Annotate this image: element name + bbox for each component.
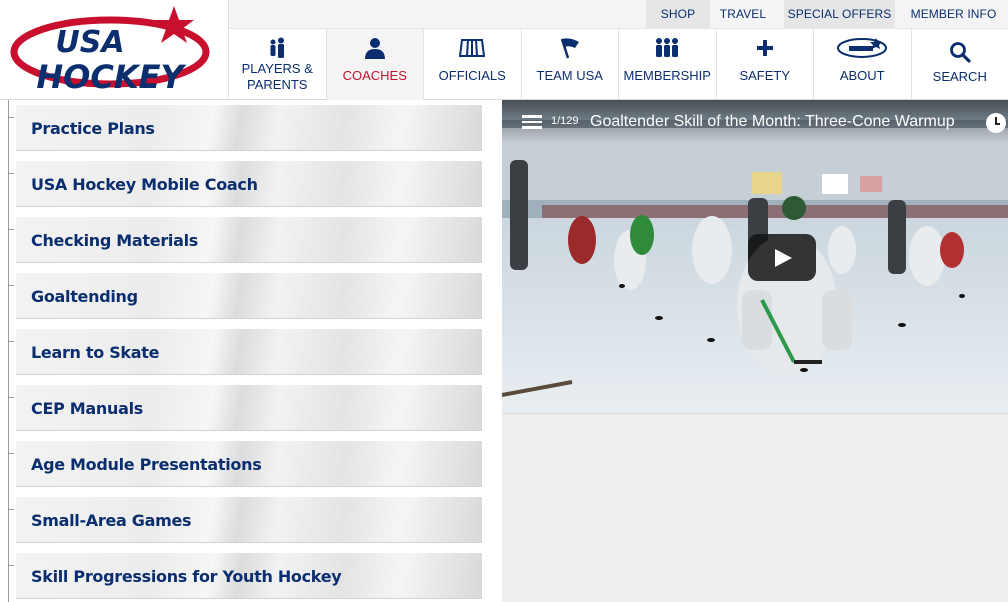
tree-tick <box>8 117 14 118</box>
nav-coaches[interactable]: COACHES <box>326 29 424 100</box>
coaches-sidebar-menu: Practice Plans USA Hockey Mobile Coach C… <box>0 100 502 602</box>
officials-icon <box>424 37 521 59</box>
menu-item-label: Learn to Skate <box>31 343 160 362</box>
tree-tick <box>8 453 14 454</box>
menu-item-label: USA Hockey Mobile Coach <box>31 175 258 194</box>
usa-hockey-logo[interactable]: USA HOCKEY <box>0 0 229 100</box>
menu-item-practice-plans[interactable]: Practice Plans <box>8 105 482 151</box>
logo-text-hockey: HOCKEY <box>36 58 186 96</box>
nav-membership[interactable]: MEMBERSHIP <box>619 29 717 100</box>
nav-officials[interactable]: OFFICIALS <box>424 29 522 100</box>
playlist-count: 1/129 <box>551 115 579 127</box>
menu-item-goaltending[interactable]: Goaltending <box>8 273 482 319</box>
utility-bar: SHOP TRAVEL SPECIAL OFFERS MEMBER INFO <box>229 0 1008 29</box>
menu-item-label: Skill Progressions for Youth Hockey <box>31 567 342 586</box>
menu-item-label: CEP Manuals <box>31 399 143 418</box>
site-header: USA HOCKEY SHOP TRAVEL SPECIAL OFFERS ME… <box>0 0 1008 100</box>
video-title-bar: 1/129 Goaltender Skill of the Month: Thr… <box>502 100 1008 144</box>
nav-safety[interactable]: SAFETY <box>717 29 814 100</box>
tree-tick <box>8 229 14 230</box>
nav-search[interactable]: SEARCH <box>912 29 1008 100</box>
search-icon <box>912 41 1008 63</box>
menu-item-learn-to-skate[interactable]: Learn to Skate <box>8 329 482 375</box>
tree-tick <box>8 341 14 342</box>
usa-hockey-logo-icon: USA HOCKEY <box>10 6 210 96</box>
flag-icon <box>522 37 619 59</box>
tree-tick <box>8 285 14 286</box>
usa-hockey-mini-logo-icon <box>814 37 911 59</box>
video-player[interactable]: 1/129 Goaltender Skill of the Month: Thr… <box>502 100 1008 413</box>
nav-players-parents[interactable]: PLAYERS & PARENTS <box>229 29 327 100</box>
tree-line <box>8 100 9 602</box>
watch-later-icon[interactable] <box>986 113 1006 133</box>
menu-item-small-area-games[interactable]: Small-Area Games <box>8 497 482 543</box>
menu-item-checking-materials[interactable]: Checking Materials <box>8 217 482 263</box>
nav-label: SEARCH <box>932 69 987 84</box>
video-title[interactable]: Goaltender Skill of the Month: Three-Con… <box>590 113 955 131</box>
membership-icon <box>619 37 716 59</box>
players-parents-icon <box>229 37 326 59</box>
menu-item-label: Small-Area Games <box>31 511 192 530</box>
menu-item-label: Practice Plans <box>31 119 155 138</box>
nav-label: SAFETY <box>739 68 791 83</box>
tree-tick <box>8 173 14 174</box>
util-link-special-offers[interactable]: SPECIAL OFFERS <box>784 0 895 29</box>
tree-tick <box>8 509 14 510</box>
play-icon[interactable] <box>748 234 816 281</box>
nav-label: OFFICIALS <box>438 68 506 83</box>
logo-text-usa: USA <box>55 25 124 60</box>
nav-label: MEMBERSHIP <box>623 68 711 83</box>
util-link-member-info[interactable]: MEMBER INFO <box>903 0 1004 29</box>
nav-label: COACHES <box>342 68 407 83</box>
util-link-shop[interactable]: SHOP <box>646 0 710 29</box>
nav-about[interactable]: ABOUT <box>814 29 912 100</box>
menu-item-label: Goaltending <box>31 287 138 306</box>
playlist-icon[interactable] <box>522 115 542 131</box>
content-area <box>502 413 1008 602</box>
nav-label: TEAM USA <box>536 68 603 83</box>
cross-icon <box>717 37 814 59</box>
nav-team-usa[interactable]: TEAM USA <box>522 29 619 100</box>
nav-label: ABOUT <box>839 68 885 83</box>
menu-item-label: Checking Materials <box>31 231 199 250</box>
coach-icon <box>327 37 424 59</box>
menu-item-label: Age Module Presentations <box>31 455 262 474</box>
menu-item-age-module-presentations[interactable]: Age Module Presentations <box>8 441 482 487</box>
tree-tick <box>8 565 14 566</box>
util-link-travel[interactable]: TRAVEL <box>710 0 776 29</box>
menu-item-mobile-coach[interactable]: USA Hockey Mobile Coach <box>8 161 482 207</box>
menu-item-skill-progressions[interactable]: Skill Progressions for Youth Hockey <box>8 553 482 599</box>
nav-label: PLAYERS & PARENTS <box>241 61 313 92</box>
tree-tick <box>8 397 14 398</box>
main-navigation: PLAYERS & PARENTS COACHES OFFICIALS TEAM… <box>229 29 1008 100</box>
menu-item-cep-manuals[interactable]: CEP Manuals <box>8 385 482 431</box>
